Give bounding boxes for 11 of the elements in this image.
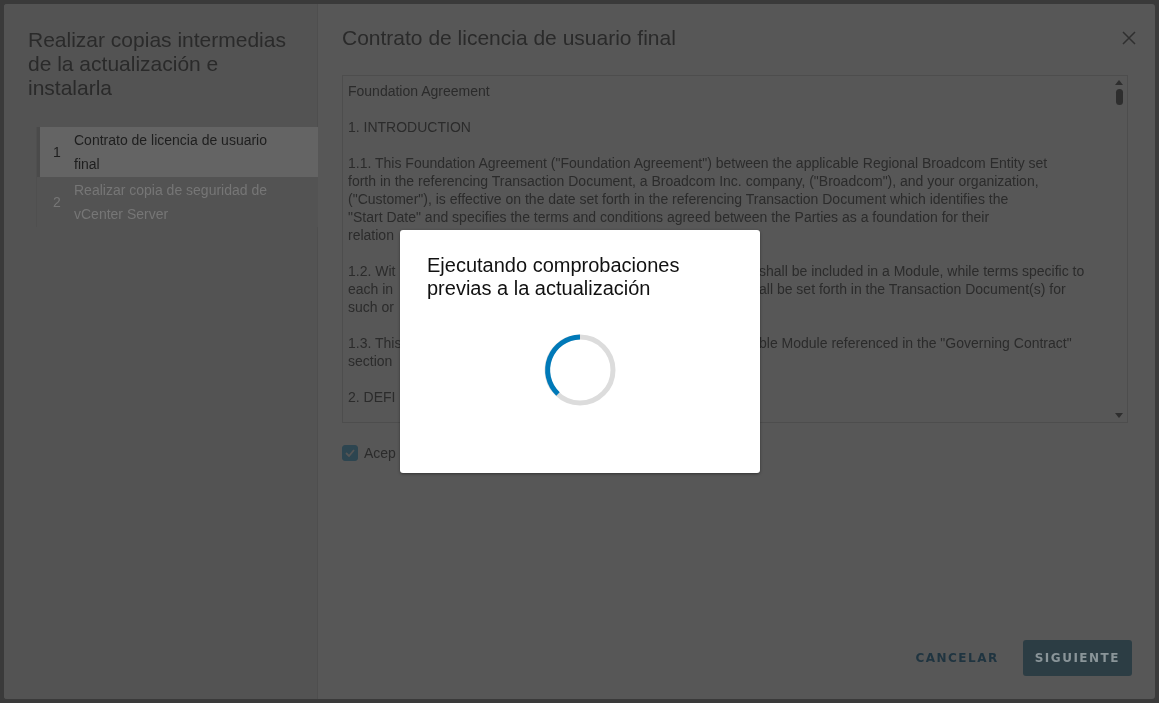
next-button[interactable]: SIGUIENTE: [1022, 640, 1132, 676]
modal-title: Ejecutando comprobaciones previas a la actualización: [427, 254, 681, 300]
scrollbar-thumb[interactable]: [1115, 89, 1123, 105]
close-icon[interactable]: [1121, 30, 1137, 46]
spinner-icon: [543, 333, 617, 407]
scroll-down-icon[interactable]: [1115, 413, 1123, 418]
check-icon: [345, 449, 355, 457]
wizard-step[interactable]: 1 Contrato de licencia de usuario final: [37, 127, 318, 177]
scroll-up-icon[interactable]: [1115, 80, 1123, 85]
cancel-button[interactable]: CANCELAR: [903, 640, 1011, 676]
accept-checkbox[interactable]: [342, 445, 358, 461]
